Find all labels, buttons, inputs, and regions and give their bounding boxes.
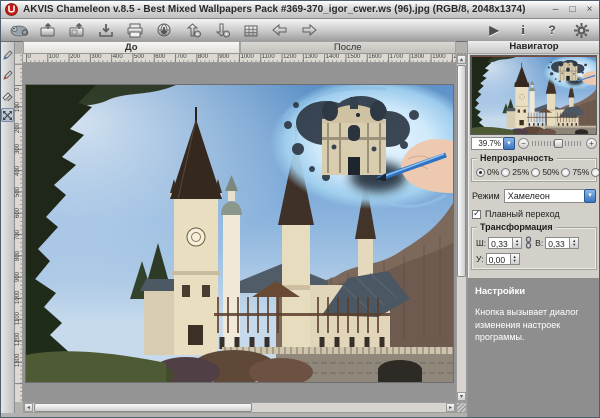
- opacity-radio[interactable]: [476, 168, 485, 177]
- hint-area: Настройки Кнопка вызывает диалог изменен…: [468, 278, 600, 417]
- maximize-button[interactable]: □: [567, 3, 578, 17]
- vertical-scrollbar[interactable]: ▴ ▾: [456, 54, 467, 402]
- mode-row: Режим Хамелеон ▾: [468, 184, 600, 205]
- height-field[interactable]: 0,33 ▲▼: [545, 237, 579, 249]
- opacity-radio[interactable]: [501, 168, 510, 177]
- zoom-out-button[interactable]: −: [518, 138, 529, 149]
- window-title: AKVIS Chameleon v.8.5 - Best Mixed Wallp…: [23, 4, 544, 15]
- vertical-scroll-thumb[interactable]: [457, 65, 466, 277]
- angle-field-label: У:: [476, 254, 484, 264]
- keep-area-pencil-icon[interactable]: [1, 48, 14, 62]
- zoom-slider[interactable]: [532, 138, 583, 149]
- akvis-logo-icon: [5, 3, 18, 16]
- app-window: AKVIS Chameleon v.8.5 - Best Mixed Wallp…: [0, 0, 600, 418]
- transform-label: Трансформация: [477, 222, 556, 232]
- height-field-label: В:: [535, 238, 543, 248]
- scroll-right-icon[interactable]: ▸: [446, 403, 455, 412]
- width-spinner[interactable]: ▲▼: [512, 237, 522, 249]
- run-icon[interactable]: ▶: [481, 20, 507, 40]
- tab-after[interactable]: После: [240, 41, 457, 53]
- horizontal-ruler: 0100200300400500600700800900100011001200…: [23, 54, 456, 63]
- chameleon-logo-icon: [6, 20, 32, 40]
- smooth-transition-label[interactable]: Плавный переход: [485, 209, 560, 219]
- preferences-gear-icon[interactable]: [568, 20, 594, 40]
- height-spinner[interactable]: ▲▼: [569, 237, 579, 249]
- settings-panel: Навигатор 39.7% ▾ − + Непрозрачность 0% …: [467, 41, 600, 417]
- opacity-radio[interactable]: [591, 168, 600, 177]
- opacity-option-label[interactable]: 75%: [572, 167, 589, 177]
- vertical-ruler: 0100200300400500600700800900100011001200…: [15, 54, 23, 402]
- angle-spinner[interactable]: ▲▼: [510, 253, 520, 265]
- close-button[interactable]: ×: [584, 3, 595, 17]
- import-web-icon[interactable]: [151, 20, 177, 40]
- opacity-group: Непрозрачность 0% 25% 50% 75% 100%: [471, 158, 597, 182]
- transform-tool-icon[interactable]: [1, 108, 14, 122]
- editor-canvas[interactable]: [23, 63, 456, 402]
- angle-field[interactable]: 0,00 ▲▼: [486, 253, 520, 265]
- mode-combobox[interactable]: Хамелеон ▾: [504, 189, 596, 203]
- horizontal-scroll-thumb[interactable]: [34, 403, 252, 412]
- eraser-icon[interactable]: [1, 88, 14, 102]
- main-toolbar: ▶ i ?: [1, 19, 599, 42]
- resize-grip[interactable]: [456, 402, 467, 413]
- save-result-icon[interactable]: [93, 20, 119, 40]
- help-icon[interactable]: ?: [539, 20, 565, 40]
- zoom-value: 39.7%: [471, 137, 503, 150]
- title-bar[interactable]: AKVIS Chameleon v.8.5 - Best Mixed Wallp…: [1, 1, 599, 19]
- print-icon[interactable]: [122, 20, 148, 40]
- minimize-button[interactable]: –: [550, 3, 561, 17]
- opacity-option-label[interactable]: 50%: [542, 167, 559, 177]
- opacity-radio[interactable]: [561, 168, 570, 177]
- scroll-up-icon[interactable]: ▴: [457, 55, 466, 64]
- mode-label: Режим: [472, 191, 500, 201]
- drop-area-pencil-icon[interactable]: [1, 68, 14, 82]
- mode-dropdown-icon[interactable]: ▾: [584, 189, 596, 203]
- check-icon: ✓: [473, 208, 481, 219]
- canvas-image[interactable]: [26, 85, 453, 382]
- transform-group: Трансформация Ш: 0,33 ▲▼ В: 0,33 ▲▼ У:: [471, 227, 597, 270]
- scroll-down-icon[interactable]: ▾: [457, 392, 466, 401]
- opacity-option-label[interactable]: 25%: [512, 167, 529, 177]
- smooth-transition-checkbox[interactable]: ✓: [472, 210, 481, 219]
- zoom-combobox[interactable]: 39.7% ▾: [471, 137, 515, 150]
- opacity-radio[interactable]: [531, 168, 540, 177]
- opacity-option-label[interactable]: 0%: [487, 167, 499, 177]
- open-image-icon[interactable]: [35, 20, 61, 40]
- link-chain-icon[interactable]: [525, 236, 532, 249]
- view-tabs: До После: [23, 41, 456, 54]
- share-download-icon[interactable]: [209, 20, 235, 40]
- share-upload-icon[interactable]: [180, 20, 206, 40]
- mode-value: Хамелеон: [504, 189, 584, 203]
- hint-text: Кнопка вызывает диалог изменения настрое…: [475, 306, 593, 344]
- opacity-label: Непрозрачность: [477, 153, 557, 163]
- navigator-thumbnail[interactable]: [471, 56, 596, 134]
- zoom-in-button[interactable]: +: [586, 138, 597, 149]
- zoom-controls: 39.7% ▾ − +: [468, 136, 600, 152]
- navigator-title: Навигатор: [468, 41, 600, 54]
- zoom-slider-thumb[interactable]: [554, 139, 563, 148]
- info-icon[interactable]: i: [510, 20, 536, 40]
- tab-before[interactable]: До: [23, 41, 240, 53]
- tool-palette: [1, 42, 15, 413]
- hint-title: Настройки: [475, 286, 593, 297]
- scroll-left-icon[interactable]: ◂: [24, 403, 33, 412]
- open-fragment-icon[interactable]: [64, 20, 90, 40]
- workspace-grid-icon[interactable]: [238, 20, 264, 40]
- horizontal-scrollbar[interactable]: ◂ ▸: [23, 402, 456, 413]
- width-field[interactable]: 0,33 ▲▼: [488, 237, 522, 249]
- undo-icon[interactable]: [267, 20, 293, 40]
- redo-icon[interactable]: [296, 20, 322, 40]
- smooth-transition-row: ✓ Плавный переход: [468, 205, 600, 221]
- zoom-dropdown-icon[interactable]: ▾: [503, 137, 515, 150]
- width-field-label: Ш:: [476, 238, 486, 248]
